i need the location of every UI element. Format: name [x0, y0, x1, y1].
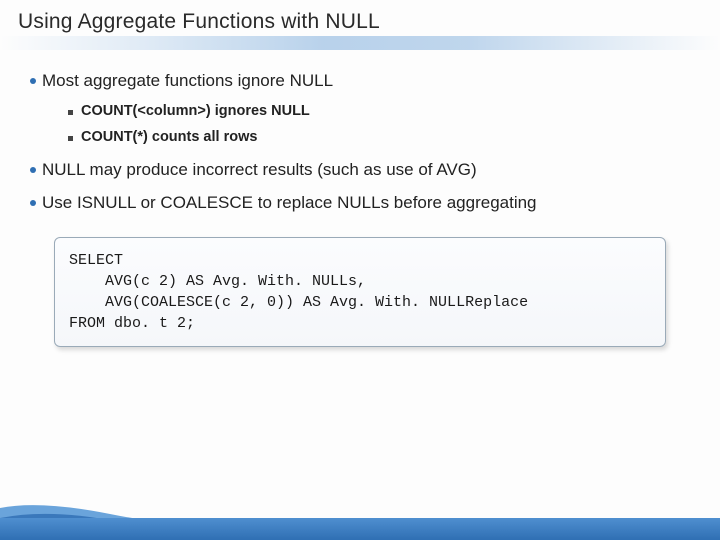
bullet-level2: COUNT(<column>) ignores NULL: [68, 103, 690, 119]
square-bullet-icon: [68, 110, 73, 115]
bullet-text: NULL may produce incorrect results (such…: [42, 159, 477, 182]
square-bullet-icon: [68, 136, 73, 141]
slide-title: Using Aggregate Functions with NULL: [18, 10, 702, 34]
bullet-dot-icon: [30, 200, 36, 206]
bullet-dot-icon: [30, 78, 36, 84]
code-block: SELECT AVG(c 2) AS Avg. With. NULLs, AVG…: [54, 237, 666, 347]
title-underline-gradient: [0, 36, 720, 50]
slide-content: Most aggregate functions ignore NULL COU…: [0, 50, 720, 347]
bullet-text: Most aggregate functions ignore NULL: [42, 70, 333, 93]
bullet-text: COUNT(<column>) ignores NULL: [81, 103, 310, 119]
slide: Using Aggregate Functions with NULL Most…: [0, 0, 720, 540]
bullet-level2: COUNT(*) counts all rows: [68, 129, 690, 145]
bullet-dot-icon: [30, 167, 36, 173]
bullet-level1: Use ISNULL or COALESCE to replace NULLs …: [30, 192, 690, 215]
bullet-level1: NULL may produce incorrect results (such…: [30, 159, 690, 182]
footer-bar: [0, 518, 720, 540]
bullet-text: COUNT(*) counts all rows: [81, 129, 257, 145]
bullet-level1: Most aggregate functions ignore NULL: [30, 70, 690, 93]
title-band: Using Aggregate Functions with NULL: [0, 0, 720, 50]
sub-bullets: COUNT(<column>) ignores NULL COUNT(*) co…: [68, 103, 690, 145]
bullet-text: Use ISNULL or COALESCE to replace NULLs …: [42, 192, 537, 215]
